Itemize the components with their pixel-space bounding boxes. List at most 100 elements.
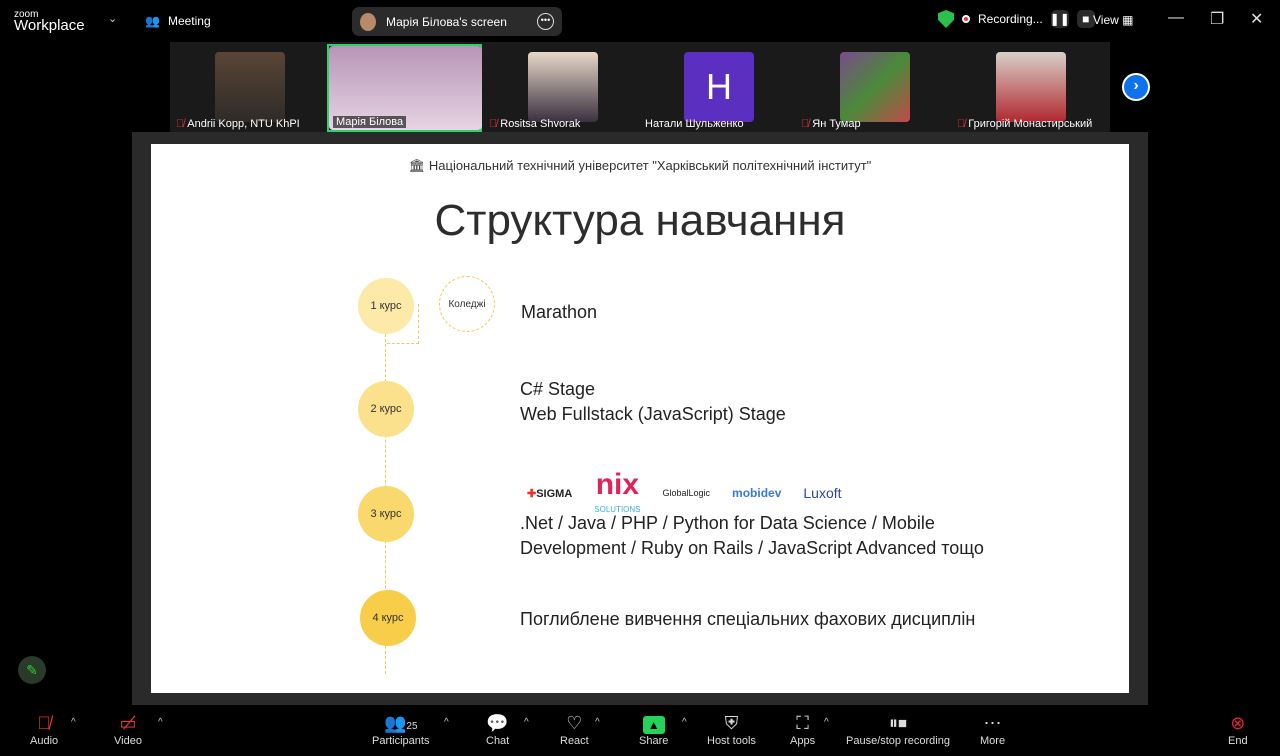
participant-tile[interactable]: 🎙̸ Григорій Монастирський [953, 44, 1108, 132]
participant-name: Натали Шульженко [645, 118, 744, 130]
brand-name: Workplace [14, 17, 85, 34]
course-3-text-a: .Net / Java / PHP / Python for Data Scie… [520, 513, 935, 533]
screen-label: Марія Білова's screen [386, 14, 507, 29]
end-label: End [1228, 735, 1248, 747]
recording-label: Recording... [978, 12, 1043, 26]
apps-label: Apps [790, 735, 816, 747]
restore-button[interactable]: ❐ [1210, 9, 1224, 29]
view-button[interactable]: View ▦ [1093, 13, 1133, 27]
end-icon: ⊗ [1230, 713, 1246, 733]
course-3-text-b: Development / Ruby on Rails / JavaScript… [520, 538, 984, 558]
slide-title: Структура навчання [434, 196, 846, 245]
chat-icon: 💬 [486, 713, 509, 733]
participants-button[interactable]: 👥25 Participants [372, 711, 429, 747]
apps-button[interactable]: ⛶ Apps [790, 711, 815, 747]
video-options-caret[interactable]: ^ [158, 717, 163, 728]
video-feed [528, 52, 598, 122]
screen-share-pill[interactable]: Марія Білова's screen ••• [352, 7, 562, 36]
apps-options-caret[interactable]: ^ [824, 717, 829, 728]
more-button[interactable]: ⋯ More [980, 711, 1005, 747]
grid-icon: ▦ [1122, 13, 1134, 27]
top-bar: zoom Workplace ⌄ 👥 Meeting Марія Білова's… [0, 0, 1280, 42]
share-options-caret[interactable]: ^ [682, 717, 687, 728]
participant-name: Григорій Монастирський [968, 118, 1093, 130]
course-4-circle: 4 курс [360, 590, 416, 646]
minimize-button[interactable]: — [1168, 9, 1184, 27]
participant-name: Марія Білова [336, 116, 404, 128]
stop-recording-button[interactable]: ■ [1076, 10, 1095, 28]
close-button[interactable]: ✕ [1250, 9, 1263, 29]
luxoft-logo: Luxoft [803, 485, 842, 501]
next-page-button[interactable]: › [1122, 73, 1150, 101]
chat-label: Chat [486, 735, 510, 747]
audio-label: Audio [30, 735, 59, 747]
slide: 🏛 Національний технічний університет "Ха… [151, 144, 1129, 693]
avatar-image [840, 52, 910, 122]
apps-icon: ⛶ [796, 713, 809, 733]
participant-tile[interactable]: 🎙̸ Andrii Kopp, NTU KhPI [172, 44, 327, 132]
course-1-circle: 1 курс [358, 278, 414, 334]
share-label: Share [639, 735, 669, 747]
mic-muted-icon: 🎙̸ [489, 118, 498, 130]
recording-status: Recording... ❚❚ ■ [938, 10, 1095, 28]
course-2-text-a: C# Stage [520, 379, 596, 399]
host-tools-button[interactable]: ⛨ Host tools [707, 711, 756, 747]
view-label: View [1093, 13, 1119, 27]
video-button[interactable]: ▭̸ Video [114, 711, 142, 747]
participants-icon: 👥25 [383, 713, 418, 733]
course-2-text-b: Web Fullstack (JavaScript) Stage [520, 404, 786, 424]
avatar-image [996, 52, 1066, 122]
react-label: React [560, 735, 589, 747]
more-icon: ⋯ [983, 713, 1002, 733]
security-shield-icon[interactable] [938, 10, 954, 28]
more-label: More [980, 735, 1006, 747]
participant-tile-active[interactable]: Марія Білова [327, 44, 482, 132]
pause-stop-icon: ⏸⏹ [888, 713, 907, 733]
participant-name: Ян Тумар [812, 118, 861, 130]
participant-name: Andrii Kopp, NTU KhPI [187, 118, 300, 130]
university-header: 🏛 Національний технічний університет "Ха… [151, 158, 1129, 174]
sigma-logo: ✚SIGMA [527, 487, 573, 500]
chat-options-caret[interactable]: ^ [524, 717, 529, 728]
react-button[interactable]: ♡ React [560, 711, 589, 747]
chevron-down-icon[interactable]: ⌄ [108, 12, 117, 25]
participants-label: Participants [372, 735, 430, 747]
mic-muted-icon: 🎙̸ [801, 118, 810, 130]
audio-button[interactable]: 🎙̸ Audio [30, 711, 58, 747]
course-3-circle: 3 курс [358, 486, 414, 542]
mobidev-logo: mobidev [732, 486, 782, 500]
globallogic-logo: GlobalLogic [662, 488, 711, 498]
mic-muted-icon: 🎙̸ [957, 118, 966, 130]
university-name: Національний технічний університет "Харк… [428, 158, 872, 173]
people-icon: 👥 [145, 14, 160, 28]
audio-options-caret[interactable]: ^ [71, 717, 76, 728]
participant-tile[interactable]: 🎙̸ Rositsa Shvorak [485, 44, 640, 132]
meeting-info-button[interactable]: 👥 Meeting [145, 14, 211, 28]
nix-logo: nix SOLUTIONS [594, 468, 641, 514]
annotate-pen-button[interactable]: ✎ [18, 656, 46, 684]
more-options-icon[interactable]: ••• [537, 13, 554, 30]
video-feed [215, 52, 285, 122]
avatar [360, 12, 376, 31]
share-button[interactable]: ▲ Share [639, 711, 668, 747]
participant-tile[interactable]: 🎙̸ Ян Тумар [797, 44, 952, 132]
participant-tile[interactable]: H Натали Шульженко [641, 44, 796, 132]
pause-recording-button[interactable]: ❚❚ [1050, 10, 1070, 28]
heart-icon: ♡ [566, 713, 583, 733]
mic-muted-icon: 🎙̸ [176, 118, 185, 130]
pause-stop-recording-button[interactable]: ⏸⏹ Pause/stop recording [846, 711, 950, 747]
avatar-initial: H [684, 52, 754, 122]
pause-stop-label: Pause/stop recording [846, 735, 950, 747]
meeting-toolbar: 🎙̸ Audio ^ ▭̸ Video ^ 👥25 Participants ^ 💬 C… [0, 705, 1280, 756]
chat-button[interactable]: 💬 Chat [486, 711, 509, 747]
university-logo-icon: 🏛 [408, 158, 426, 173]
course-4-text: Поглиблене вивчення спеціальних фахових … [520, 609, 976, 629]
participant-strip: 🎙̸ Andrii Kopp, NTU KhPI Марія Білова 🎙̸ R… [170, 42, 1110, 132]
react-options-caret[interactable]: ^ [595, 717, 600, 728]
end-button[interactable]: ⊗ End [1228, 711, 1248, 747]
college-circle: Коледжі [439, 276, 495, 332]
participant-name: Rositsa Shvorak [500, 118, 581, 130]
shield-icon: ⛨ [724, 713, 739, 733]
participants-options-caret[interactable]: ^ [444, 717, 449, 728]
meeting-label: Meeting [167, 14, 211, 28]
